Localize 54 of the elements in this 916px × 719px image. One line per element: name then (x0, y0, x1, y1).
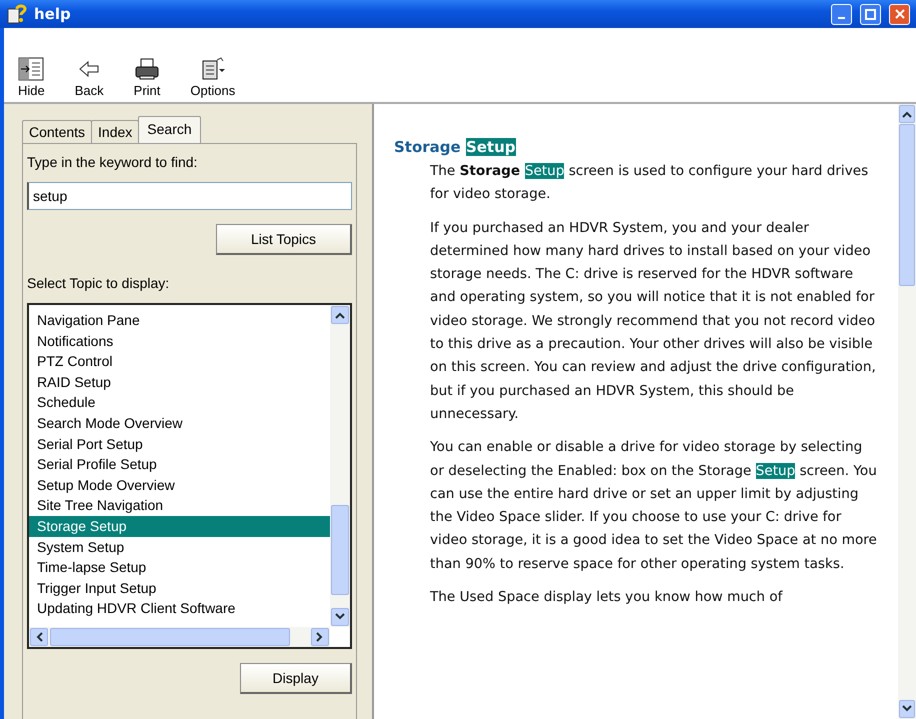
minimize-icon (838, 17, 845, 19)
keyword-field[interactable]: setup (27, 182, 352, 210)
topic-item[interactable]: PTZ Control (29, 351, 330, 372)
article-heading: Storage Setup (394, 138, 517, 156)
topic-item[interactable]: Time-lapse Setup (29, 557, 330, 578)
topic-item[interactable]: Serial Port Setup (29, 434, 330, 454)
display-button[interactable]: Display (240, 663, 352, 694)
topic-item[interactable]: Search Mode Overview (29, 412, 330, 434)
scroll-right-icon[interactable] (316, 632, 324, 642)
keyword-label: Type in the keyword to find: (27, 154, 198, 170)
help-icon (6, 4, 28, 24)
topic-item[interactable]: Notifications (29, 330, 330, 352)
vertical-scrollbar[interactable] (330, 305, 350, 627)
close-icon (894, 9, 904, 19)
maximize-button[interactable] (860, 4, 881, 24)
horizontal-scrollbar[interactable] (29, 627, 330, 647)
article-paragraph: You can enable or disable a drive for video storage by selecting or deselecting the Enabled: box on the Storage Setup screen. You can use the entire hard drive or set an upper limit by adjusting the Video Space slider. If you choose to use your C: drive for video storage, it is a good idea to set the Video Space at no more than 90% to reserve space for other operating system tasks. (430, 438, 878, 574)
maximize-icon (865, 8, 876, 20)
scroll-left-icon[interactable] (35, 632, 43, 642)
topic-item[interactable]: Storage Setup (29, 516, 330, 537)
tab[interactable]: Search (138, 116, 201, 143)
scroll-thumb[interactable] (331, 505, 349, 595)
tab[interactable]: Contents (22, 120, 92, 143)
toolbar-button[interactable]: Back (68, 57, 110, 98)
topic-item[interactable]: Trigger Input Setup (29, 578, 330, 598)
hide-pane-icon (18, 57, 44, 81)
topic-item[interactable]: RAID Setup (29, 372, 330, 392)
scroll-thumb[interactable] (50, 628, 290, 646)
article-paragraph: The Used Space display lets you know how much of (430, 588, 784, 608)
article-scrollbar[interactable] (898, 104, 916, 719)
toolbar-button[interactable]: Print (128, 57, 166, 98)
article-paragraph: The Storage Setup screen is used to configure your hard drives for video storage. (430, 162, 870, 204)
window-title: help (34, 5, 71, 23)
scroll-up-icon[interactable] (335, 311, 345, 319)
minimize-button[interactable] (831, 4, 852, 24)
article-paragraph: If you purchased an HDVR System, you and your dealer determined how many hard drives to install based on your video storage needs. The C: drive is reserved for the HDVR software and operating system, so you will notice that it is not enabled for video storage. We strongly recommend that you not record video to this drive as a precaution. Your other drives will also be visible on this screen. You can review and adjust the drive configuration, but if you purchased an HDVR System, this should be unnecessary. (430, 218, 877, 424)
topic-item[interactable]: Schedule (29, 392, 330, 413)
close-button[interactable] (889, 4, 910, 24)
scroll-up-icon[interactable] (902, 110, 912, 118)
toolbar-button[interactable]: Hide (12, 57, 51, 98)
topic-item[interactable]: Navigation Pane (29, 310, 330, 331)
topic-item[interactable]: Updating HDVR Client Software (29, 598, 330, 619)
printer-icon (134, 57, 160, 81)
scroll-down-icon[interactable] (902, 705, 912, 713)
options-icon (200, 57, 226, 81)
topic-list-label: Select Topic to display: (27, 275, 170, 291)
topic-item[interactable]: Setup Mode Overview (29, 474, 330, 496)
scroll-thumb[interactable] (899, 124, 915, 286)
scroll-down-icon[interactable] (335, 613, 345, 621)
list-topics-button[interactable]: List Topics (216, 224, 352, 255)
toolbar-button[interactable]: Options (184, 57, 242, 98)
topic-item[interactable]: Site Tree Navigation (29, 495, 330, 516)
topic-item[interactable]: System Setup (29, 536, 330, 558)
topic-item[interactable]: Serial Profile Setup (29, 454, 330, 475)
